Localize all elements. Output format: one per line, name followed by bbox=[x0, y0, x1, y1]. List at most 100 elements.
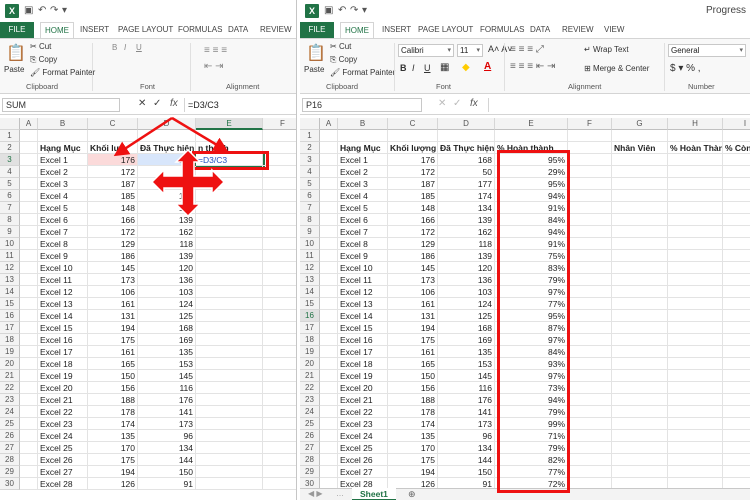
merge-center-button[interactable]: ⊞ Merge & Center bbox=[584, 64, 649, 73]
cell-e23[interactable]: 94% bbox=[495, 394, 568, 406]
row-header[interactable]: 18 bbox=[300, 334, 320, 346]
cell-h26[interactable] bbox=[668, 430, 723, 442]
sheet-tab[interactable]: Sheet1 bbox=[352, 488, 396, 500]
cell-e4[interactable]: 29% bbox=[495, 166, 568, 178]
cell-h17[interactable] bbox=[668, 322, 723, 334]
row-header[interactable]: 20 bbox=[300, 358, 320, 370]
cell-f18[interactable] bbox=[263, 334, 296, 346]
cell-d23[interactable]: 176 bbox=[438, 394, 495, 406]
cell-e13[interactable]: 79% bbox=[495, 274, 568, 286]
row-header[interactable]: 5 bbox=[300, 178, 320, 190]
row-header[interactable]: 1 bbox=[300, 130, 320, 142]
cell-a24[interactable] bbox=[20, 406, 38, 418]
cell-e21[interactable]: 97% bbox=[495, 370, 568, 382]
cell-e18[interactable] bbox=[196, 334, 263, 346]
formula-input[interactable] bbox=[488, 98, 750, 112]
row-header[interactable]: 16 bbox=[300, 310, 320, 322]
cell-c19[interactable]: 161 bbox=[388, 346, 438, 358]
cell-a4[interactable] bbox=[320, 166, 338, 178]
cell-b3[interactable]: Excel 1 bbox=[38, 154, 88, 166]
cell-g7[interactable] bbox=[612, 202, 668, 214]
cell-b21[interactable]: Excel 19 bbox=[38, 370, 88, 382]
number-format-select[interactable]: General bbox=[668, 44, 746, 57]
cell-b30[interactable]: Excel 28 bbox=[38, 478, 88, 490]
underline-icon[interactable]: U bbox=[136, 43, 142, 52]
cell-e18[interactable]: 97% bbox=[495, 334, 568, 346]
cell-e30[interactable] bbox=[196, 478, 263, 490]
row-header[interactable]: 8 bbox=[300, 214, 320, 226]
cell-d22[interactable]: 116 bbox=[438, 382, 495, 394]
cell-a28[interactable] bbox=[20, 454, 38, 466]
tab-page-layout[interactable]: PAGE LAYOUT bbox=[418, 22, 473, 38]
cell-e20[interactable]: 93% bbox=[495, 358, 568, 370]
cell-a9[interactable] bbox=[320, 226, 338, 238]
cell-g1[interactable] bbox=[612, 130, 668, 142]
row-header[interactable]: 7 bbox=[300, 202, 320, 214]
cell-c25[interactable]: 174 bbox=[388, 418, 438, 430]
cell-h28[interactable] bbox=[668, 454, 723, 466]
cell-b7[interactable]: Excel 5 bbox=[38, 202, 88, 214]
cell-b14[interactable]: Excel 12 bbox=[38, 286, 88, 298]
cell-c15[interactable]: 161 bbox=[388, 298, 438, 310]
cell-a8[interactable] bbox=[20, 214, 38, 226]
cell-c24[interactable]: 178 bbox=[88, 406, 138, 418]
cell-c17[interactable]: 194 bbox=[388, 322, 438, 334]
cell-e5[interactable]: 95% bbox=[495, 178, 568, 190]
format-painter-button[interactable]: 🖌 Format Painter bbox=[30, 68, 95, 77]
row-header[interactable]: 22 bbox=[0, 382, 20, 394]
cell-a4[interactable] bbox=[20, 166, 38, 178]
cell-i10[interactable] bbox=[723, 238, 750, 250]
cell-e21[interactable] bbox=[196, 370, 263, 382]
cell-h15[interactable] bbox=[668, 298, 723, 310]
cell-f4[interactable] bbox=[568, 166, 612, 178]
cell-b28[interactable]: Excel 26 bbox=[38, 454, 88, 466]
cell-f13[interactable] bbox=[263, 274, 296, 286]
cell-d17[interactable]: 168 bbox=[138, 322, 196, 334]
quick-access-dropdown-icon[interactable]: ▾ bbox=[62, 5, 67, 16]
cell-b24[interactable]: Excel 22 bbox=[38, 406, 88, 418]
cell-c12[interactable]: 145 bbox=[88, 262, 138, 274]
cell-a5[interactable] bbox=[20, 178, 38, 190]
cell-f4[interactable] bbox=[263, 166, 296, 178]
cell-a1[interactable] bbox=[20, 130, 38, 142]
cell-i7[interactable] bbox=[723, 202, 750, 214]
cell-e7[interactable]: 91% bbox=[495, 202, 568, 214]
cell-d21[interactable]: 145 bbox=[438, 370, 495, 382]
cell-b5[interactable]: Excel 3 bbox=[338, 178, 388, 190]
cell-c1[interactable] bbox=[88, 130, 138, 142]
cell-i14[interactable] bbox=[723, 286, 750, 298]
cell-e24[interactable] bbox=[196, 406, 263, 418]
cell-i6[interactable] bbox=[723, 190, 750, 202]
cell-c25[interactable]: 174 bbox=[88, 418, 138, 430]
paste-button[interactable]: Paste bbox=[4, 65, 24, 74]
row-header[interactable]: 23 bbox=[0, 394, 20, 406]
cell-b14[interactable]: Excel 12 bbox=[338, 286, 388, 298]
cell-e20[interactable] bbox=[196, 358, 263, 370]
cell-e5[interactable] bbox=[196, 178, 263, 190]
cell-h6[interactable] bbox=[668, 190, 723, 202]
row-header[interactable]: 11 bbox=[0, 250, 20, 262]
cell-b5[interactable]: Excel 3 bbox=[38, 178, 88, 190]
cell-f10[interactable] bbox=[263, 238, 296, 250]
cell-c28[interactable]: 175 bbox=[88, 454, 138, 466]
insert-function-icon[interactable]: fx bbox=[470, 98, 478, 109]
column-header-c[interactable]: C bbox=[388, 118, 438, 130]
cell-i22[interactable] bbox=[723, 382, 750, 394]
cell-c30[interactable]: 126 bbox=[88, 478, 138, 490]
cell-f23[interactable] bbox=[568, 394, 612, 406]
cell-c27[interactable]: 170 bbox=[388, 442, 438, 454]
cell-h5[interactable] bbox=[668, 178, 723, 190]
cut-button[interactable]: ✂ Cut bbox=[30, 42, 51, 51]
cell-e11[interactable]: 75% bbox=[495, 250, 568, 262]
cell-e3[interactable]: =D3/C3 bbox=[194, 152, 265, 168]
cell-d8[interactable]: 139 bbox=[438, 214, 495, 226]
cell-a25[interactable] bbox=[20, 418, 38, 430]
cell-a17[interactable] bbox=[320, 322, 338, 334]
row-header[interactable]: 14 bbox=[300, 286, 320, 298]
cell-f14[interactable] bbox=[263, 286, 296, 298]
cell-c2[interactable]: Khối lư bbox=[88, 142, 138, 154]
cell-h21[interactable] bbox=[668, 370, 723, 382]
cell-h16[interactable] bbox=[668, 310, 723, 322]
column-header-b[interactable]: B bbox=[38, 118, 88, 130]
cell-c3[interactable]: 176 bbox=[388, 154, 438, 166]
